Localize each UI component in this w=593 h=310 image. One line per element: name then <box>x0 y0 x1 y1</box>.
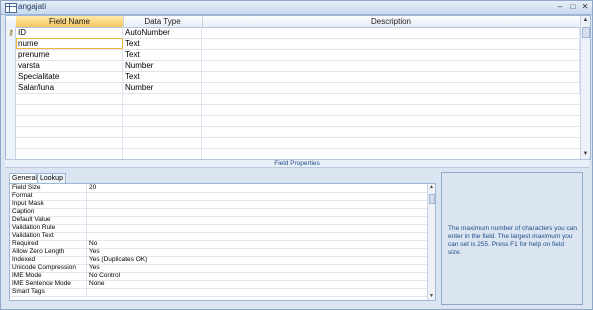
data-type-cell[interactable] <box>123 148 202 159</box>
data-type-cell[interactable] <box>123 115 202 126</box>
data-type-cell[interactable]: Text <box>123 49 202 60</box>
data-type-cell[interactable] <box>123 137 202 148</box>
field-name-header[interactable]: Field Name <box>16 16 124 27</box>
row-selector[interactable] <box>6 82 16 93</box>
description-cell[interactable] <box>202 27 580 38</box>
row-selector[interactable] <box>6 60 16 71</box>
row-selector[interactable] <box>6 137 16 148</box>
row-selector[interactable] <box>6 38 16 49</box>
property-label: Indexed <box>12 256 36 263</box>
property-label: IME Mode <box>12 272 42 279</box>
help-panel: The maximum number of characters you can… <box>441 172 583 305</box>
scroll-down-icon[interactable]: ▼ <box>581 150 590 159</box>
property-label: Unicode Compression <box>12 264 76 271</box>
property-label: Validation Rule <box>12 224 56 231</box>
property-sheet: Field Size 20 Format Input Mask Caption D… <box>9 183 436 301</box>
field-name-cell[interactable] <box>16 148 123 159</box>
maximize-button[interactable]: □ <box>567 2 579 12</box>
property-label: Required <box>12 240 39 247</box>
row-selector[interactable]: ⚷ <box>6 27 16 38</box>
row-selector[interactable] <box>6 126 16 137</box>
field-name-cell[interactable] <box>16 126 123 137</box>
description-cell[interactable] <box>202 49 580 60</box>
field-grid: Field Name Data Type Description ⚷ ID Au… <box>5 15 591 160</box>
data-type-cell[interactable]: Text <box>123 71 202 82</box>
field-name-cell[interactable]: nume <box>16 38 123 49</box>
row-selector[interactable] <box>6 93 16 104</box>
row-selector[interactable] <box>6 49 16 60</box>
field-name-cell[interactable]: varsta <box>16 60 123 71</box>
property-scrollbar[interactable]: ▲ ▼ <box>427 184 435 300</box>
data-type-cell[interactable] <box>123 93 202 104</box>
property-value[interactable] <box>86 192 429 200</box>
property-label: Validation Text <box>12 232 54 239</box>
data-type-cell[interactable]: AutoNumber <box>123 27 202 38</box>
data-type-header[interactable]: Data Type <box>123 16 203 27</box>
property-label: Field Size <box>12 184 41 191</box>
property-value[interactable]: 20 <box>86 184 429 192</box>
field-name-cell[interactable] <box>16 104 123 115</box>
description-cell[interactable] <box>202 60 580 71</box>
description-cell[interactable] <box>202 82 580 93</box>
property-row[interactable]: Smart Tags <box>10 288 428 297</box>
property-value[interactable] <box>86 216 429 224</box>
window-title: angajati <box>18 2 47 11</box>
data-type-cell[interactable]: Number <box>123 60 202 71</box>
data-type-cell[interactable]: Text <box>123 38 202 49</box>
property-value[interactable]: Yes (Duplicates OK) <box>86 256 429 264</box>
data-type-cell[interactable]: Number <box>123 82 202 93</box>
field-name-cell[interactable]: Salar/luna <box>16 82 123 93</box>
minimize-button[interactable]: – <box>554 2 566 12</box>
property-value[interactable] <box>86 288 429 296</box>
scroll-down-icon[interactable]: ▼ <box>428 293 435 300</box>
field-name-cell[interactable] <box>16 137 123 148</box>
grid-scrollbar[interactable]: ▲ ▼ <box>580 16 590 159</box>
scroll-up-icon[interactable]: ▲ <box>581 16 590 25</box>
description-cell[interactable] <box>202 38 580 49</box>
description-header[interactable]: Description <box>202 16 581 27</box>
title-bar: angajati – □ ✕ <box>1 1 592 15</box>
row-selector[interactable] <box>6 148 16 159</box>
row-selector[interactable] <box>6 115 16 126</box>
property-label: Smart Tags <box>12 288 45 295</box>
close-button[interactable]: ✕ <box>579 2 591 12</box>
data-type-cell[interactable] <box>123 126 202 137</box>
property-label: Allow Zero Length <box>12 248 65 255</box>
data-type-cell[interactable] <box>123 104 202 115</box>
description-cell[interactable] <box>202 71 580 82</box>
property-label: Format <box>12 192 33 199</box>
table-row[interactable] <box>6 148 580 159</box>
property-value[interactable] <box>86 232 429 240</box>
property-label: Input Mask <box>12 200 44 207</box>
property-label: IME Sentence Mode <box>12 280 71 287</box>
property-label: Default Value <box>12 216 51 223</box>
scroll-thumb[interactable] <box>429 194 435 204</box>
property-value[interactable]: Yes <box>86 264 429 272</box>
table-design-window: angajati – □ ✕ Field Name Data Type Desc… <box>0 0 593 310</box>
property-value[interactable] <box>86 208 429 216</box>
help-text: The maximum number of characters you can… <box>448 225 577 256</box>
table-icon <box>5 3 17 13</box>
scroll-thumb[interactable] <box>582 27 590 38</box>
field-name-cell[interactable]: ID <box>16 27 123 38</box>
scroll-up-icon[interactable]: ▲ <box>428 184 435 191</box>
row-selector[interactable] <box>6 104 16 115</box>
property-value[interactable] <box>86 200 429 208</box>
property-value[interactable]: No Control <box>86 272 429 280</box>
field-name-cell[interactable] <box>16 93 123 104</box>
field-name-cell[interactable]: prenume <box>16 49 123 60</box>
primary-key-icon: ⚷ <box>8 28 14 37</box>
field-name-cell[interactable] <box>16 115 123 126</box>
field-name-cell[interactable]: Specialitate <box>16 71 123 82</box>
property-label: Caption <box>12 208 35 215</box>
row-selector[interactable] <box>6 71 16 82</box>
property-value[interactable]: Yes <box>86 248 429 256</box>
property-value[interactable] <box>86 224 429 232</box>
property-value[interactable]: No <box>86 240 429 248</box>
field-properties-bar: Field Properties <box>5 159 589 168</box>
property-value[interactable]: None <box>86 280 429 288</box>
